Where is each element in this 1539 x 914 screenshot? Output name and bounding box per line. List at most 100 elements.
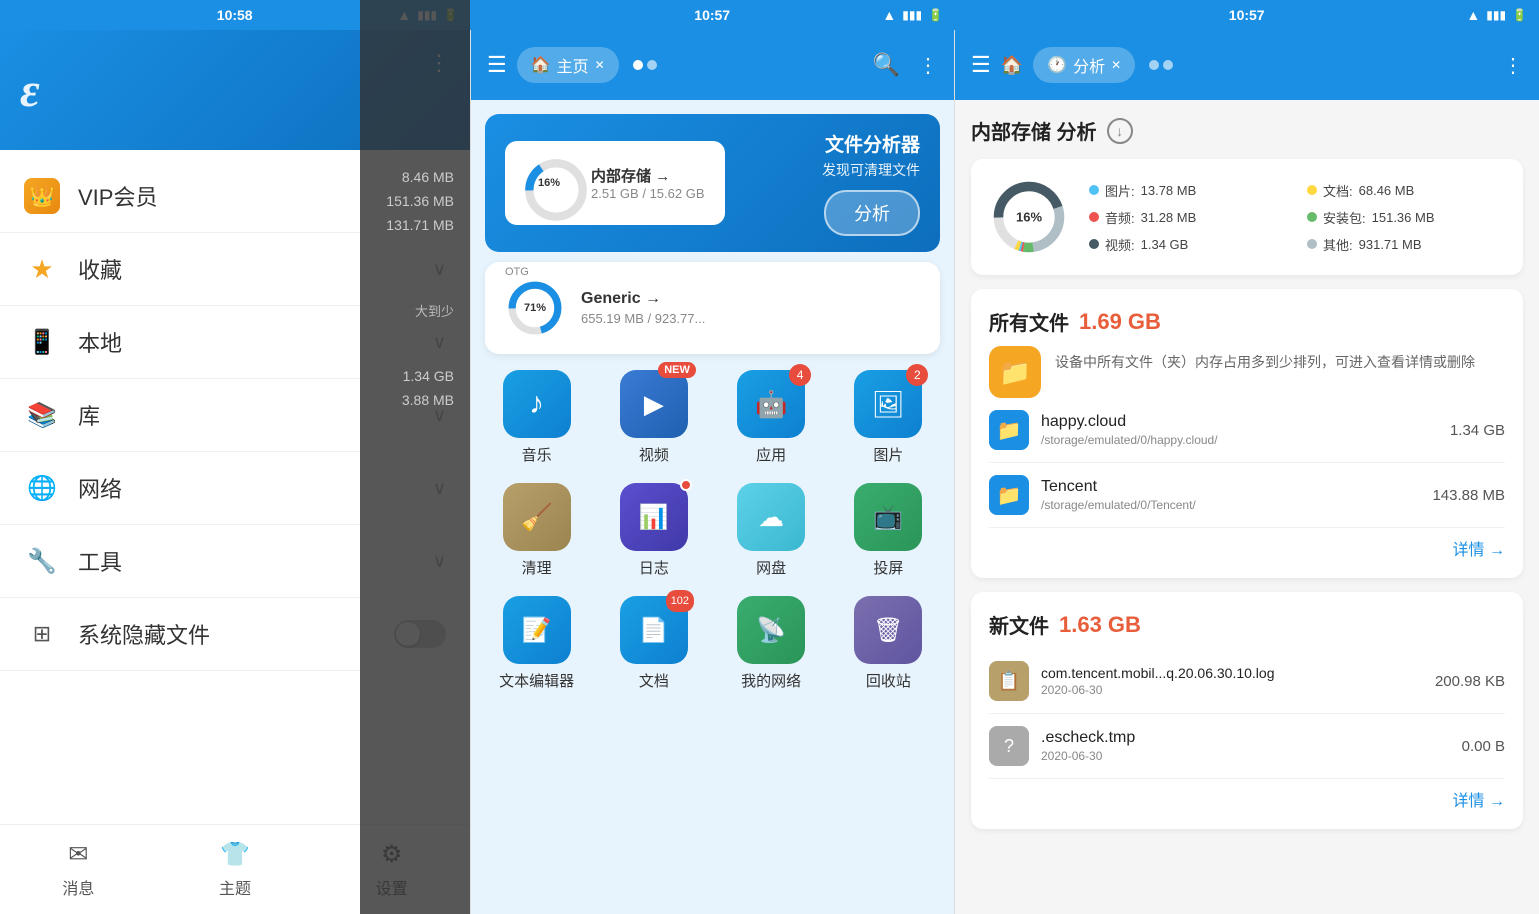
hamburger-menu[interactable]: ☰ [487, 52, 507, 78]
internal-storage-card[interactable]: 16% 内部存储 → 2.51 GB / 15.62 GB [505, 141, 725, 225]
file-row-2[interactable]: 📁 Tencent /storage/emulated/0/Tencent/ 1… [989, 463, 1505, 528]
signal-icon-3: ▮▮▮ [1486, 8, 1506, 22]
analysis-tab-icon: 🕐 [1047, 55, 1067, 75]
new-file-name-1: com.tencent.mobil...q.20.06.30.10.log [1041, 665, 1423, 681]
analyzer-title: 文件分析器 [825, 130, 920, 157]
status-bar-3: 10:57 ▲ ▮▮▮ 🔋 [955, 0, 1539, 30]
app-grid: ♪ 音乐 ▶ NEW 视频 🤖 4 应用 🖼 [471, 354, 954, 707]
file-name-1: happy.cloud [1041, 413, 1438, 431]
vip-icon: 👑 [24, 178, 60, 214]
new-file-row-1[interactable]: 📋 com.tencent.mobil...q.20.06.30.10.log … [989, 649, 1505, 714]
music-label: 音乐 [522, 444, 552, 465]
all-files-detail[interactable]: 详情 → [989, 528, 1505, 560]
donut-chart-card: 16% 图片: 13.78 MB 文档: 68.46 MB [971, 159, 1523, 275]
app-text[interactable]: 📝 文本编辑器 [481, 590, 592, 697]
doc-icon: 📄 102 [620, 596, 688, 664]
home-tab[interactable]: 🏠 主页 ✕ [517, 47, 619, 83]
app-images[interactable]: 🖼 2 图片 [833, 364, 944, 471]
folder-icon-1: 📁 [989, 410, 1029, 450]
clean-label: 清理 [522, 557, 552, 578]
text-icon: 📝 [503, 596, 571, 664]
internal-label: 内部存储 → [591, 165, 705, 186]
refresh-button[interactable]: ↓ [1107, 118, 1133, 144]
more-button[interactable]: ⋮ [918, 53, 938, 78]
new-file-icon-1: 📋 [989, 661, 1029, 701]
app-cloud[interactable]: ☁ 网盘 [716, 477, 827, 584]
mynetwork-icon: 📡 [737, 596, 805, 664]
all-files-icon: 📁 [989, 346, 1041, 398]
signal-icon-2: ▮▮▮ [902, 8, 922, 22]
legend: 图片: 13.78 MB 文档: 68.46 MB 音频: 31.28 MB [1089, 181, 1505, 254]
new-files-header: 新文件 1.63 GB [989, 610, 1505, 639]
analysis-hamburger[interactable]: ☰ [971, 52, 991, 78]
status-icons-2: ▲ ▮▮▮ 🔋 [882, 7, 943, 23]
tab-dot-2 [647, 60, 657, 70]
app-video[interactable]: ▶ NEW 视频 [598, 364, 709, 471]
file-row-1[interactable]: 📁 happy.cloud /storage/emulated/0/happy.… [989, 398, 1505, 463]
legend-audio: 音频: 31.28 MB [1089, 208, 1287, 227]
star-icon: ★ [30, 254, 53, 285]
video-icon: ▶ NEW [620, 370, 688, 438]
battery-icon-3: 🔋 [1512, 8, 1527, 22]
app-trash[interactable]: 🗑 回收站 [833, 590, 944, 697]
doc-label: 文档 [639, 670, 669, 691]
analyzer-card[interactable]: 16% 内部存储 → 2.51 GB / 15.62 GB [485, 114, 940, 252]
legend-image: 图片: 13.78 MB [1089, 181, 1287, 200]
app-mynetwork[interactable]: 📡 我的网络 [716, 590, 827, 697]
search-button[interactable]: 🔍 [873, 52, 900, 78]
app-cast[interactable]: 📺 投屏 [833, 477, 944, 584]
analysis-content: ☰ 🏠 🕐 分析 ✕ ⋮ 内部存储 分析 ↓ [955, 30, 1539, 914]
folder-icon-2: 📁 [989, 475, 1029, 515]
app-music[interactable]: ♪ 音乐 [481, 364, 592, 471]
home-tab-close[interactable]: ✕ [595, 58, 605, 72]
new-file-row-2[interactable]: ? .escheck.tmp 2020-06-30 0.00 B [989, 714, 1505, 779]
images-badge: 2 [906, 364, 928, 386]
all-files-size: 1.69 GB [1079, 309, 1161, 335]
images-label: 图片 [873, 444, 903, 465]
generic-storage-card[interactable]: OTG 71% Generic → 655. [485, 262, 940, 354]
analyzer-info: 文件分析器 发现可清理文件 分析 [822, 130, 920, 236]
file-size-1: 1.34 GB [1450, 422, 1505, 439]
video-label: 视频 [639, 444, 669, 465]
partial-overlay: 8.46 MB 151.36 MB 131.71 MB 大到少 1.34 GB … [360, 0, 470, 914]
app-log[interactable]: 📊 日志 [598, 477, 709, 584]
status-bar-2: 10:57 ▲ ▮▮▮ 🔋 [470, 0, 955, 30]
legend-dot-video [1089, 239, 1099, 249]
app-logo: ε [20, 63, 40, 118]
analysis-home-icon[interactable]: 🏠 [1001, 55, 1023, 76]
legend-dot-doc [1307, 185, 1317, 195]
app-apps[interactable]: 🤖 4 应用 [716, 364, 827, 471]
trash-label: 回收站 [866, 670, 911, 691]
mynetwork-label: 我的网络 [741, 670, 801, 691]
analysis-panel: 10:57 ▲ ▮▮▮ 🔋 ☰ 🏠 🕐 分析 ✕ ⋮ [955, 0, 1539, 914]
all-files-title: 所有文件 [989, 307, 1069, 336]
app-doc[interactable]: 📄 102 文档 [598, 590, 709, 697]
analysis-more[interactable]: ⋮ [1503, 53, 1523, 78]
analysis-tab-close[interactable]: ✕ [1111, 58, 1121, 72]
new-file-date-2: 2020-06-30 [1041, 749, 1450, 763]
doc-badge: 102 [666, 590, 694, 612]
all-files-row: 📁 设备中所有文件（夹）内存占用多到少排列，可进入查看详情或删除 [989, 346, 1505, 398]
library-icon: 📚 [27, 401, 57, 430]
new-file-info-2: .escheck.tmp 2020-06-30 [1041, 729, 1450, 763]
wifi-icon-3: ▲ [1466, 7, 1480, 23]
legend-video: 视频: 1.34 GB [1089, 235, 1287, 254]
file-info-2: Tencent /storage/emulated/0/Tencent/ [1041, 478, 1420, 512]
home-tab-label: 主页 [557, 53, 589, 77]
donut-percent: 16% [1016, 210, 1042, 225]
new-files-detail[interactable]: 详情 → [989, 779, 1505, 811]
analysis-donut: 16% [989, 177, 1069, 257]
network-icon: 🌐 [27, 474, 57, 503]
text-label: 文本编辑器 [499, 670, 574, 691]
bottom-messages[interactable]: ✉ 消息 [0, 825, 157, 914]
tab-dots [633, 60, 657, 70]
analyze-button[interactable]: 分析 [824, 190, 920, 236]
main-header: ☰ 🏠 主页 ✕ 🔍 ⋮ [471, 30, 954, 100]
analysis-tab-label: 分析 [1073, 53, 1105, 77]
bottom-theme[interactable]: 👕 主题 [157, 825, 314, 914]
analysis-header: ☰ 🏠 🕐 分析 ✕ ⋮ [955, 30, 1539, 100]
app-clean[interactable]: 🧹 清理 [481, 477, 592, 584]
theme-icon: 👕 [220, 840, 250, 869]
messages-icon: ✉ [68, 840, 88, 869]
analysis-tab[interactable]: 🕐 分析 ✕ [1033, 47, 1135, 83]
